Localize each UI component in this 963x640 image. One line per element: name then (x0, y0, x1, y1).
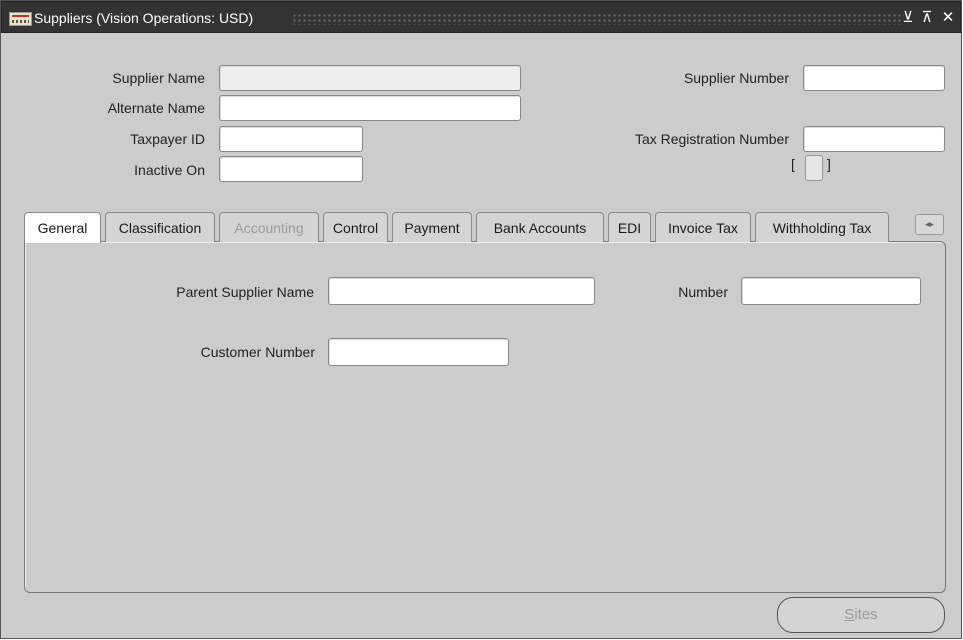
parent-number-field[interactable] (741, 277, 921, 305)
tab-withholding-tax[interactable]: Withholding Tax (755, 212, 889, 242)
parent-supplier-name-field[interactable] (328, 277, 595, 305)
dff-close-bracket: ] (827, 156, 831, 172)
tab-payment[interactable]: Payment (392, 212, 472, 242)
left-right-arrows-icon[interactable]: ◂▸ (915, 214, 944, 235)
oracle-app-icon (9, 12, 32, 26)
supplier-name-field[interactable] (219, 65, 521, 91)
window-title: Suppliers (Vision Operations: USD) (34, 10, 254, 26)
supplier-number-field[interactable] (803, 65, 945, 91)
taxpayer-id-label: Taxpayer ID (130, 131, 205, 147)
minimize-icon[interactable]: ⊻ (900, 9, 916, 27)
suppliers-window: Suppliers (Vision Operations: USD) ⊻ ⊼ ✕… (0, 0, 962, 639)
tax-registration-number-label: Tax Registration Number (634, 131, 789, 147)
descriptive-flexfield[interactable] (805, 155, 823, 181)
parent-supplier-name-label: Parent Supplier Name (176, 284, 314, 300)
tab-classification[interactable]: Classification (105, 212, 215, 242)
sites-button[interactable]: Sites (777, 597, 945, 633)
maximize-icon[interactable]: ⊼ (919, 9, 935, 27)
supplier-name-label: Supplier Name (112, 70, 205, 86)
tab-invoice-tax[interactable]: Invoice Tax (655, 212, 751, 242)
customer-number-field[interactable] (328, 338, 509, 366)
alternate-name-label: Alternate Name (107, 100, 205, 116)
close-icon[interactable]: ✕ (940, 9, 956, 27)
title-bar[interactable]: Suppliers (Vision Operations: USD) ⊻ ⊼ ✕ (1, 1, 961, 33)
tab-edi[interactable]: EDI (608, 212, 651, 242)
dff-open-bracket: [ (791, 156, 795, 172)
number-label: Number (678, 284, 728, 300)
sites-button-label: ites (854, 606, 878, 623)
tab-accounting: Accounting (219, 212, 319, 242)
taxpayer-id-field[interactable] (219, 126, 363, 152)
tab-bank-accounts[interactable]: Bank Accounts (476, 212, 604, 242)
inactive-on-label: Inactive On (134, 162, 205, 178)
alternate-name-field[interactable] (219, 95, 521, 121)
inactive-on-field[interactable] (219, 156, 363, 182)
customer-number-label: Customer Number (200, 344, 315, 360)
tab-general[interactable]: General (24, 212, 101, 243)
tax-registration-number-field[interactable] (803, 126, 945, 152)
sites-button-mnemonic: S (844, 606, 855, 623)
tab-control[interactable]: Control (323, 212, 388, 242)
title-bar-texture (292, 13, 904, 25)
supplier-number-label: Supplier Number (683, 70, 789, 86)
